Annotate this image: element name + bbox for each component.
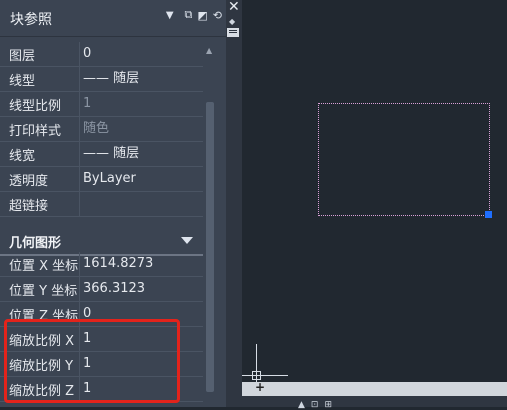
panel-side-strip: ✕ ◆ [226,0,242,407]
toggle-pickadd-icon[interactable]: ⟲ [213,9,222,22]
property-value[interactable] [79,192,203,216]
dropdown-arrow-icon[interactable]: ▼ [166,10,174,21]
status-icons: ▲ ⊡ ⊞ [298,400,332,410]
scroll-up-icon[interactable]: ▲ [206,46,212,55]
property-value[interactable]: 随色 [79,117,203,141]
property-label: 超链接 [9,198,49,214]
close-icon[interactable]: ✕ [228,0,240,15]
property-label: 线型比例 [9,98,62,114]
property-row-layer[interactable]: 图层 0 [0,42,203,67]
general-properties: 图层 0 线型 —— 随层 线型比例 1 打印样式 随色 线宽 —— 随层 透明… [0,42,203,217]
ucs-axis-x [242,375,288,376]
highlight-box [4,319,180,403]
property-row-position-y[interactable]: 位置 Y 坐标 366.3123 [0,277,203,302]
property-row-hyperlink[interactable]: 超链接 [0,192,203,217]
drawing-canvas[interactable] [242,0,507,398]
property-value[interactable]: ByLayer [79,167,203,191]
property-label: 线型 [9,73,36,89]
property-label: 位置 X 坐标 [9,258,79,274]
property-value[interactable]: 1614.8273 [79,252,203,276]
ucs-origin-box [252,371,261,380]
property-value[interactable]: 0 [79,42,203,66]
collapse-arrow-icon[interactable] [181,237,193,244]
property-row-linetype[interactable]: 线型 —— 随层 [0,67,203,92]
property-value[interactable]: 1 [79,92,203,116]
property-label: 打印样式 [9,123,62,139]
property-row-transparency[interactable]: 透明度 ByLayer [0,167,203,192]
property-row-position-x[interactable]: 位置 X 坐标 1614.8273 [0,252,203,277]
property-value[interactable]: 366.3123 [79,277,203,301]
property-row-linetype-scale[interactable]: 线型比例 1 [0,92,203,117]
select-objects-icon[interactable]: ◩ [197,9,207,22]
property-row-plot-style[interactable]: 打印样式 随色 [0,117,203,142]
panel-header: 块参照 ▼ ⧉ ◩ ⟲ [0,0,226,37]
scrollbar-thumb[interactable] [206,102,214,392]
panel-title: 块参照 [10,12,52,28]
property-value[interactable]: —— 随层 [79,67,203,91]
property-label: 线宽 [9,148,36,164]
cursor-icon[interactable]: ▲ [298,400,305,410]
add-layout-button[interactable]: + [255,380,265,394]
insertion-grip[interactable] [485,211,492,218]
grid-icon[interactable]: ⊞ [324,400,332,410]
selected-block-reference[interactable] [318,103,490,216]
bottom-bar: + ▲ ⊡ ⊞ [242,380,507,410]
property-value[interactable]: —— 随层 [79,142,203,166]
layout-tab-bar: + [242,380,507,396]
quick-select-icon[interactable]: ⧉ [185,8,193,22]
panel-scrollbar[interactable]: ▲ [204,42,216,407]
property-label: 透明度 [9,173,49,189]
snap-icon[interactable]: ⊡ [311,400,319,410]
auto-hide-icon[interactable]: ◆ [229,17,235,26]
section-title: 几何图形 [9,236,62,251]
property-label: 位置 Y 坐标 [9,283,78,299]
property-row-lineweight[interactable]: 线宽 —— 随层 [0,142,203,167]
header-icons: ▼ ⧉ ◩ ⟲ [166,8,222,22]
properties-menu-icon[interactable] [227,28,239,37]
property-label: 图层 [9,48,36,64]
